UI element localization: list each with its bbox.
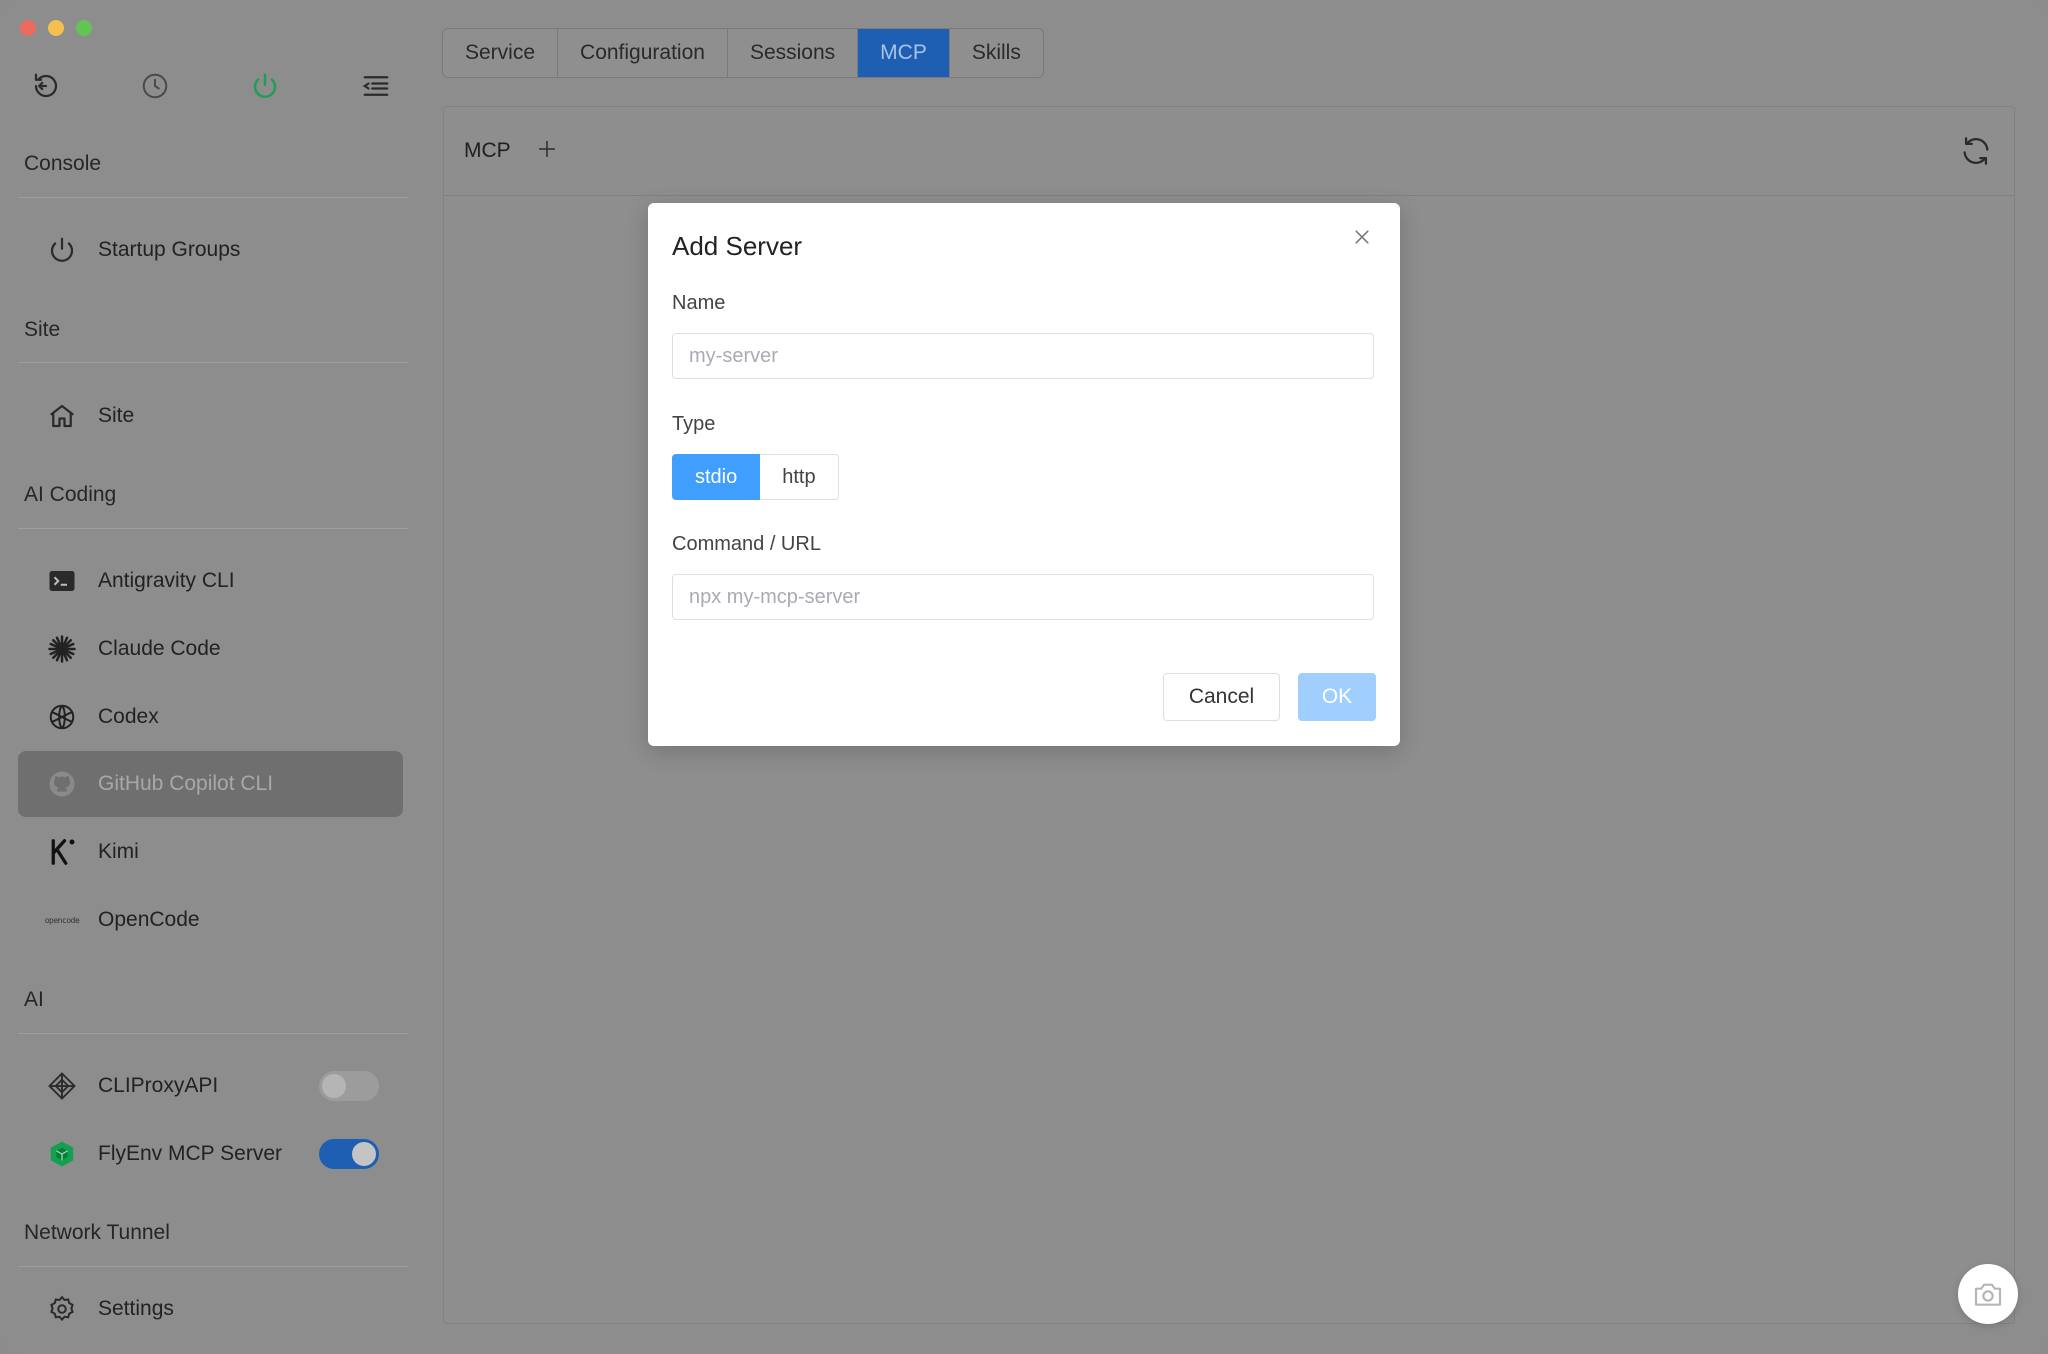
sidebar: Console Startup Groups Site Site AI Codi… [0, 0, 420, 1354]
cancel-button[interactable]: Cancel [1163, 673, 1280, 721]
section-ai-coding: AI Coding [24, 483, 117, 506]
sidebar-item-startup-groups[interactable]: Startup Groups [18, 217, 403, 283]
sidebar-item-opencode[interactable]: opencode OpenCode [18, 887, 403, 953]
sidebar-item-label: OpenCode [98, 908, 200, 931]
power-icon [253, 73, 277, 98]
add-server-dialog: Add Server Name Type stdio http Command … [648, 203, 1400, 746]
sidebar-item-flyenv-mcp-server[interactable]: FlyEnv MCP Server [18, 1121, 403, 1187]
sidebar-item-label: FlyEnv MCP Server [98, 1142, 282, 1165]
sidebar-item-codex[interactable]: Codex [18, 684, 403, 750]
sidebar-item-label: Settings [98, 1297, 174, 1320]
tab-sessions[interactable]: Sessions [728, 29, 859, 77]
type-option-http[interactable]: http [760, 454, 839, 500]
sidebar-item-label: Claude Code [98, 637, 221, 660]
section-site: Site [24, 318, 61, 341]
tab-mcp[interactable]: MCP [858, 29, 950, 77]
dialog-title: Add Server [672, 231, 803, 261]
divider [18, 1033, 408, 1034]
divider [18, 1266, 408, 1267]
home-icon [42, 396, 82, 436]
toggle-knob [322, 1074, 346, 1098]
clock-icon [142, 73, 168, 99]
panel-header: MCP [444, 107, 2014, 196]
sidebar-item-kimi[interactable]: Kimi [18, 819, 403, 885]
cliproxyapi-toggle[interactable] [319, 1071, 379, 1101]
kimi-logo-icon [42, 832, 82, 872]
sidebar-item-antigravity-cli[interactable]: Antigravity CLI [18, 548, 403, 614]
plus-icon [538, 140, 556, 158]
tab-service[interactable]: Service [443, 29, 559, 77]
name-input[interactable] [672, 333, 1374, 379]
sidebar-item-label: Startup Groups [98, 238, 241, 261]
toggle-knob [352, 1142, 376, 1166]
type-selector: stdio http [672, 454, 839, 500]
add-server-button[interactable] [529, 131, 565, 167]
section-ai: AI [24, 988, 44, 1011]
sidebar-item-settings[interactable]: Settings [18, 1276, 403, 1342]
cube-icon [42, 1134, 82, 1174]
divider [18, 362, 408, 363]
sidebar-item-cliproxyapi[interactable]: CLIProxyAPI [18, 1053, 403, 1119]
tab-skills[interactable]: Skills [950, 29, 1043, 77]
sidebar-item-label: Antigravity CLI [98, 569, 235, 592]
sidebar-item-label: GitHub Copilot CLI [98, 772, 274, 795]
claude-starburst-icon [42, 629, 82, 669]
panel-title: MCP [464, 139, 511, 162]
ok-button[interactable]: OK [1298, 673, 1376, 721]
sidebar-item-label: Site [98, 404, 135, 427]
terminal-icon [42, 561, 82, 601]
refresh-icon [1963, 137, 1989, 165]
screenshot-button[interactable] [1958, 1264, 2018, 1324]
menu-fold-button[interactable] [356, 66, 396, 106]
power-icon [42, 230, 82, 270]
refresh-button[interactable] [1956, 131, 1996, 171]
close-icon [1355, 230, 1369, 244]
sidebar-item-label: Kimi [98, 840, 139, 863]
sidebar-item-label: Codex [98, 705, 159, 728]
sidebar-item-label: CLIProxyAPI [98, 1074, 219, 1097]
history-button[interactable] [135, 66, 175, 106]
command-url-input[interactable] [672, 574, 1374, 620]
command-url-label: Command / URL [672, 533, 821, 555]
type-option-stdio[interactable]: stdio [672, 454, 761, 500]
sidebar-item-github-copilot-cli[interactable]: GitHub Copilot CLI [18, 751, 403, 817]
type-label: Type [672, 413, 716, 435]
power-button[interactable] [245, 66, 285, 106]
tab-configuration[interactable]: Configuration [558, 29, 728, 77]
diamond-network-icon [42, 1066, 82, 1106]
sidebar-item-site[interactable]: Site [18, 383, 403, 449]
section-network-tunnel: Network Tunnel [24, 1221, 170, 1244]
tab-bar: Service Configuration Sessions MCP Skill… [442, 28, 1044, 78]
openai-knot-icon [42, 697, 82, 737]
sidebar-toolbar [0, 66, 420, 106]
section-console: Console [24, 152, 102, 175]
camera-icon [1974, 1283, 2002, 1306]
github-icon [42, 764, 82, 804]
divider [18, 197, 408, 198]
gear-icon [42, 1289, 82, 1329]
flyenv-mcp-server-toggle[interactable] [319, 1139, 379, 1169]
app-window: Console Startup Groups Site Site AI Codi… [0, 0, 2048, 1354]
opencode-logo-icon: opencode [44, 915, 80, 925]
back-button[interactable] [26, 66, 66, 106]
dialog-close-button[interactable] [1346, 221, 1378, 253]
menu-fold-icon [362, 76, 389, 96]
name-label: Name [672, 292, 726, 314]
divider [18, 528, 408, 529]
sidebar-item-claude-code[interactable]: Claude Code [18, 616, 403, 682]
back-icon [34, 73, 58, 98]
